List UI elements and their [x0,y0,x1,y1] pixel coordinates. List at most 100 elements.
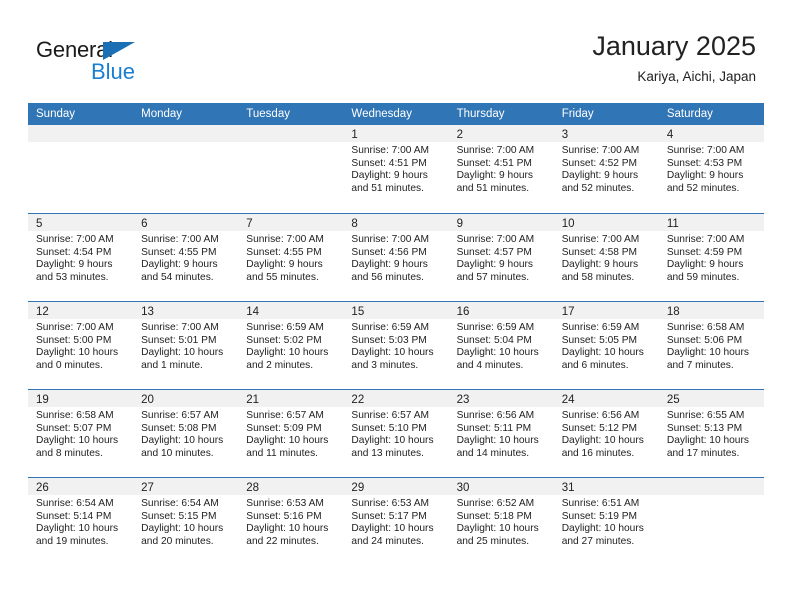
day-number-band: 31 [553,478,659,495]
day-number-band [658,478,764,495]
calendar-day-cell[interactable]: 28 Sunrise: 6:53 AM Sunset: 5:16 PM Dayligh… [238,478,344,565]
sunset-text: Sunset: 5:09 PM [246,422,322,434]
calendar-day-cell[interactable]: 30 Sunrise: 6:52 AM Sunset: 5:18 PM Dayligh… [448,478,554,565]
sunrise-text: Sunrise: 6:59 AM [561,322,640,333]
sunrise-text: Sunrise: 6:52 AM [456,498,535,509]
calendar-day-cell[interactable]: 26 Sunrise: 6:54 AM Sunset: 5:14 PM Dayligh… [28,478,134,565]
sunset-text: Sunset: 5:02 PM [246,334,322,346]
day-number: 6 [141,218,148,230]
calendar-day-cell[interactable]: 20 Sunrise: 6:57 AM Sunset: 5:08 PM Dayligh… [133,390,239,477]
day-number: 21 [246,394,260,406]
daylight-text-cont: and 2 minutes. [246,360,314,372]
day-number: 15 [351,306,365,318]
day-number-band: 13 [133,302,239,319]
daylight-text-cont: and 0 minutes. [36,360,103,372]
calendar-day-cell[interactable]: 12 Sunrise: 7:00 AM Sunset: 5:00 PM Dayligh… [28,302,134,389]
calendar-day-cell[interactable]: 8 Sunrise: 7:00 AM Sunset: 4:56 PM Daylight… [343,214,449,301]
daylight-text: Daylight: 9 hours [351,259,428,271]
day-details: Sunrise: 6:58 AM Sunset: 5:07 PM Daylight:… [28,407,133,461]
calendar-day-cell[interactable]: 31 Sunrise: 6:51 AM Sunset: 5:19 PM Dayligh… [553,478,659,565]
sunrise-text: Sunrise: 6:59 AM [246,322,324,333]
sunrise-text: Sunrise: 6:53 AM [246,498,324,509]
day-number-band: 11 [658,214,764,231]
daylight-text-cont: and 13 minutes. [351,448,424,460]
calendar-day-cell[interactable]: 3 Sunrise: 7:00 AM Sunset: 4:52 PM Daylight… [553,125,659,213]
calendar-day-cell[interactable]: 19 Sunrise: 6:58 AM Sunset: 5:07 PM Dayligh… [28,390,134,477]
day-number-band: 30 [448,478,554,495]
day-details: Sunrise: 6:57 AM Sunset: 5:08 PM Daylight:… [133,407,238,461]
generalblue-logo: General Blue [36,38,166,84]
calendar-week-row: 1 Sunrise: 7:00 AM Sunset: 4:51 PM Daylight… [28,125,764,213]
day-number-band: 29 [343,478,449,495]
sunrise-text: Sunrise: 7:00 AM [246,234,324,245]
day-number: 26 [36,482,49,494]
weekday-header-monday: Monday [141,108,183,120]
sunrise-text: Sunrise: 6:58 AM [36,410,114,421]
calendar-day-cell[interactable]: 14 Sunrise: 6:59 AM Sunset: 5:02 PM Dayligh… [238,302,344,389]
sunset-text: Sunset: 5:15 PM [141,510,217,522]
calendar-day-cell[interactable]: 18 Sunrise: 6:58 AM Sunset: 5:06 PM Dayligh… [658,302,764,389]
daylight-text-cont: and 14 minutes. [456,448,530,460]
weekday-header-wednesday: Wednesday [351,108,412,120]
calendar-day-cell[interactable]: 22 Sunrise: 6:57 AM Sunset: 5:10 PM Dayligh… [343,390,449,477]
calendar-day-cell[interactable]: 2 Sunrise: 7:00 AM Sunset: 4:51 PM Daylight… [448,125,554,213]
day-details: Sunrise: 6:56 AM Sunset: 5:11 PM Daylight:… [449,407,554,461]
day-details: Sunrise: 6:59 AM Sunset: 5:05 PM Daylight:… [554,319,659,373]
daylight-text-cont: and 27 minutes. [561,536,635,548]
daylight-text-cont: and 52 minutes. [666,183,740,195]
calendar-day-cell[interactable]: 29 Sunrise: 6:53 AM Sunset: 5:17 PM Dayligh… [343,478,449,565]
calendar-day-cell[interactable]: 21 Sunrise: 6:57 AM Sunset: 5:09 PM Dayligh… [238,390,344,477]
calendar-day-cell[interactable]: 6 Sunrise: 7:00 AM Sunset: 4:55 PM Daylight… [133,214,239,301]
daylight-text-cont: and 58 minutes. [561,272,635,284]
sunset-text: Sunset: 5:05 PM [561,334,638,346]
sunset-text: Sunset: 5:18 PM [456,510,532,522]
day-details: Sunrise: 6:54 AM Sunset: 5:14 PM Daylight:… [28,495,133,549]
calendar-day-cell[interactable]: 23 Sunrise: 6:56 AM Sunset: 5:11 PM Dayligh… [448,390,554,477]
day-details: Sunrise: 7:00 AM Sunset: 4:51 PM Daylight:… [343,142,448,196]
day-number: 5 [36,218,43,230]
sunrise-text: Sunrise: 7:00 AM [36,322,114,333]
sunrise-text: Sunrise: 6:54 AM [141,498,219,509]
day-number: 27 [141,482,154,494]
day-number: 16 [456,306,470,318]
daylight-text: Daylight: 10 hours [246,435,329,447]
calendar-day-cell[interactable]: 9 Sunrise: 7:00 AM Sunset: 4:57 PM Daylight… [448,214,554,301]
calendar-day-cell[interactable]: 11 Sunrise: 7:00 AM Sunset: 4:59 PM Dayligh… [658,214,764,301]
calendar-day-cell[interactable]: 24 Sunrise: 6:56 AM Sunset: 5:12 PM Dayligh… [553,390,659,477]
daylight-text: Daylight: 9 hours [456,259,534,271]
sunrise-text: Sunrise: 7:00 AM [666,234,745,245]
day-number: 12 [36,306,49,318]
calendar-day-cell[interactable]: 4 Sunrise: 7:00 AM Sunset: 4:53 PM Daylight… [658,125,764,213]
daylight-text: Daylight: 9 hours [456,170,534,182]
daylight-text: Daylight: 10 hours [561,347,644,359]
calendar-day-cell[interactable]: 27 Sunrise: 6:54 AM Sunset: 5:15 PM Dayligh… [133,478,239,565]
sunset-text: Sunset: 5:14 PM [36,510,112,522]
sunrise-text: Sunrise: 6:57 AM [141,410,219,421]
calendar-day-cell[interactable]: 1 Sunrise: 7:00 AM Sunset: 4:51 PM Daylight… [343,125,449,213]
day-details: Sunrise: 7:00 AM Sunset: 4:54 PM Daylight:… [28,231,133,285]
calendar-day-cell[interactable]: 5 Sunrise: 7:00 AM Sunset: 4:54 PM Daylight… [28,214,134,301]
daylight-text: Daylight: 10 hours [36,347,119,359]
day-number-band: 2 [448,125,554,142]
daylight-text-cont: and 51 minutes. [351,183,424,195]
daylight-text-cont: and 6 minutes. [561,360,629,372]
day-number: 20 [141,394,154,406]
calendar-day-cell[interactable]: 13 Sunrise: 7:00 AM Sunset: 5:01 PM Dayligh… [133,302,239,389]
day-number: 14 [246,306,260,318]
calendar-day-cell[interactable]: 16 Sunrise: 6:59 AM Sunset: 5:04 PM Dayligh… [448,302,554,389]
day-number-band: 10 [553,214,659,231]
calendar-day-cell[interactable]: 15 Sunrise: 6:59 AM Sunset: 5:03 PM Dayligh… [343,302,449,389]
calendar-day-cell[interactable]: 7 Sunrise: 7:00 AM Sunset: 4:55 PM Daylight… [238,214,344,301]
sunrise-text: Sunrise: 6:57 AM [351,410,430,421]
calendar-day-cell[interactable]: 17 Sunrise: 6:59 AM Sunset: 5:05 PM Dayligh… [553,302,659,389]
day-number: 8 [351,218,358,230]
sunset-text: Sunset: 4:51 PM [456,157,532,169]
calendar-day-cell[interactable]: 25 Sunrise: 6:55 AM Sunset: 5:13 PM Dayligh… [658,390,764,477]
calendar-day-cell[interactable]: 10 Sunrise: 7:00 AM Sunset: 4:58 PM Dayligh… [553,214,659,301]
daylight-text-cont: and 17 minutes. [666,448,740,460]
day-number: 19 [36,394,49,406]
daylight-text: Daylight: 10 hours [561,435,644,447]
day-number: 23 [456,394,470,406]
sunrise-text: Sunrise: 7:00 AM [561,145,640,156]
daylight-text-cont: and 24 minutes. [351,536,424,548]
